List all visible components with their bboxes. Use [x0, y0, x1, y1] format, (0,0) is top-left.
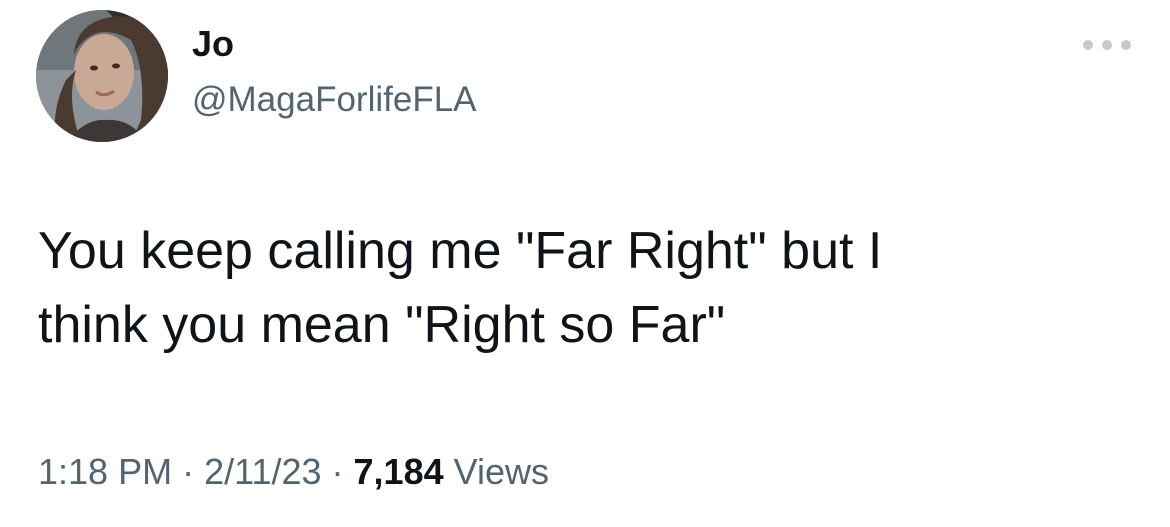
tweet-text: You keep calling me "Far Right" but I th…	[38, 222, 883, 354]
tweet-card: Jo @MagaForlifeFLA You keep calling me "…	[0, 0, 1170, 527]
tweet-date[interactable]: 2/11/23	[204, 451, 321, 492]
views-count: 7,184	[353, 451, 444, 492]
tweet-time[interactable]: 1:18 PM	[38, 451, 172, 492]
avatar[interactable]	[36, 10, 168, 142]
more-options-button[interactable]	[1083, 32, 1131, 58]
meta-separator: ·	[331, 451, 344, 492]
more-horizontal-icon	[1121, 40, 1131, 50]
views-label: Views	[453, 451, 550, 492]
tweet-metadata: 1:18 PM · 2/11/23 · 7,184 Views	[38, 448, 549, 496]
meta-separator: ·	[182, 451, 195, 492]
more-horizontal-icon	[1102, 40, 1112, 50]
author-handle[interactable]: @MagaForlifeFLA	[192, 78, 477, 122]
more-horizontal-icon	[1083, 40, 1093, 50]
profile-photo-icon	[36, 10, 168, 142]
author-display-name[interactable]: Jo	[192, 22, 234, 66]
